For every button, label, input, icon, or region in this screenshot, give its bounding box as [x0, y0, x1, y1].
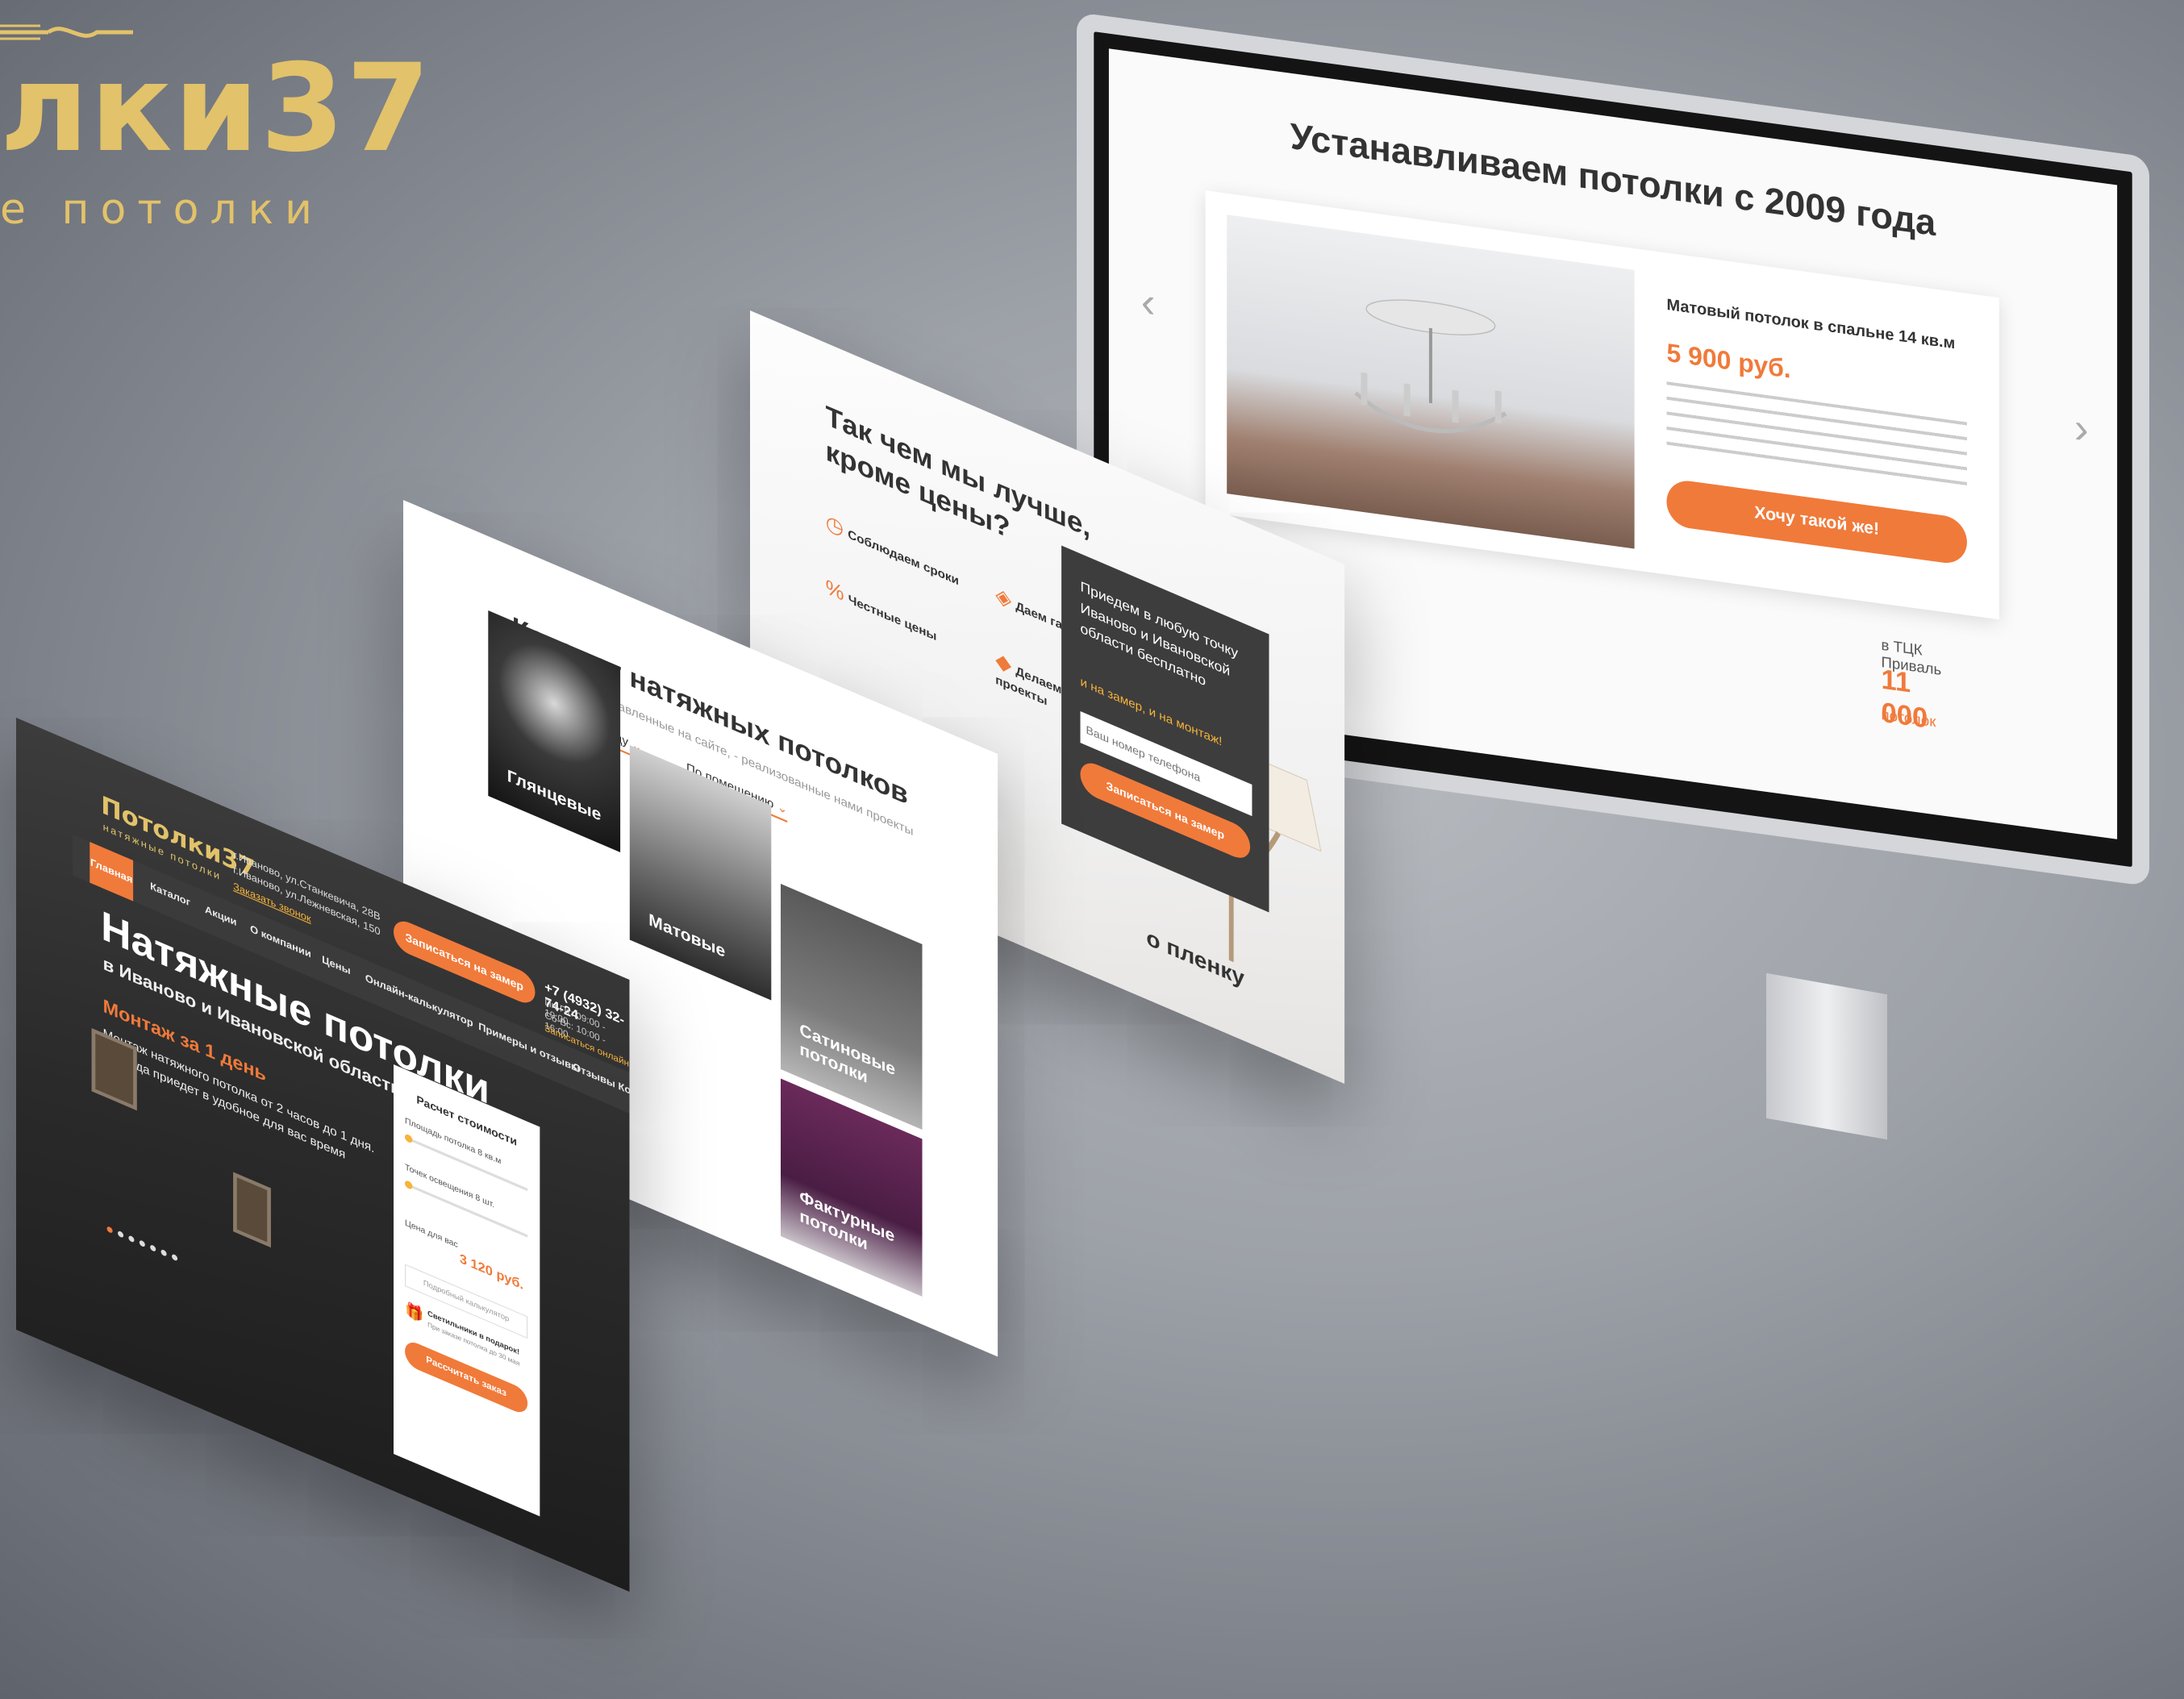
card-button[interactable]: Хочу такой же! [1666, 477, 1967, 566]
slider-dot-active[interactable]: ● [106, 1220, 116, 1239]
carousel-prev-icon[interactable]: ‹ [1141, 278, 1156, 328]
project-photo [1227, 214, 1635, 549]
logo-subtitle: е потолки [0, 185, 323, 234]
logo-ornament-icon [0, 24, 133, 40]
nav-item-sales[interactable]: Акции [205, 904, 236, 929]
catalog-tile-label: Матовые [648, 910, 726, 961]
catalog-tile[interactable]: Матовые [629, 745, 772, 1001]
why-item-1: ◷ Соблюдаем сроки [826, 510, 968, 594]
why-item-1-label: Соблюдаем сроки [848, 527, 959, 589]
why-item-3: % Честные цены [826, 575, 968, 660]
shield-icon: ◈ [995, 582, 1011, 613]
nav-item-reviews[interactable]: Отзывы [573, 1061, 615, 1090]
nav-item-prices[interactable]: Цены [322, 954, 350, 977]
wall-frame-deer [233, 1172, 271, 1248]
slider-dots[interactable]: ●●●●●●● [106, 1220, 181, 1268]
calc-price: 3 120 руб. [459, 1250, 524, 1293]
nav-item-home[interactable]: Главная [90, 842, 134, 902]
clock-icon: ◷ [825, 510, 844, 541]
why-item-3-label: Честные цены [848, 591, 937, 643]
chandelier-icon [1354, 299, 1507, 434]
catalog-tile-label: Глянцевые [506, 765, 602, 825]
nav-item-catalog[interactable]: Каталог [150, 881, 190, 909]
nav-item-about[interactable]: О компании [250, 923, 311, 960]
percent-icon: % [825, 574, 844, 606]
calc-area-handle[interactable] [405, 1133, 413, 1144]
free-visit-popup: Приедем в любую точку Иваново и Ивановск… [1061, 545, 1269, 913]
calc-points-handle[interactable] [405, 1179, 413, 1191]
gift-icon: 🎁 [405, 1301, 424, 1326]
chevron-down-icon: ⌄ [777, 798, 788, 818]
catalog-tile[interactable]: Глянцевые [488, 610, 621, 852]
monitor-stand [1766, 972, 1887, 1140]
catalog-tile-label: Фактурные потолки [799, 1186, 895, 1254]
brand-logo: лки37 е потолки [0, 24, 432, 234]
calc-price-label: Цена для вас [405, 1218, 458, 1250]
card-price: 5 900 руб. [1666, 338, 1791, 385]
logo-word: лки37 [0, 39, 432, 179]
card-text [1666, 381, 1967, 487]
nav-item-calculator[interactable]: Онлайн-калькулятор [365, 972, 473, 1030]
carousel-next-icon[interactable]: › [2074, 405, 2089, 455]
calculator-panel: Расчет стоимости Площадь потолка 8 кв.м … [394, 1064, 540, 1517]
nav-item-contacts[interactable]: Контакты [618, 1081, 629, 1113]
